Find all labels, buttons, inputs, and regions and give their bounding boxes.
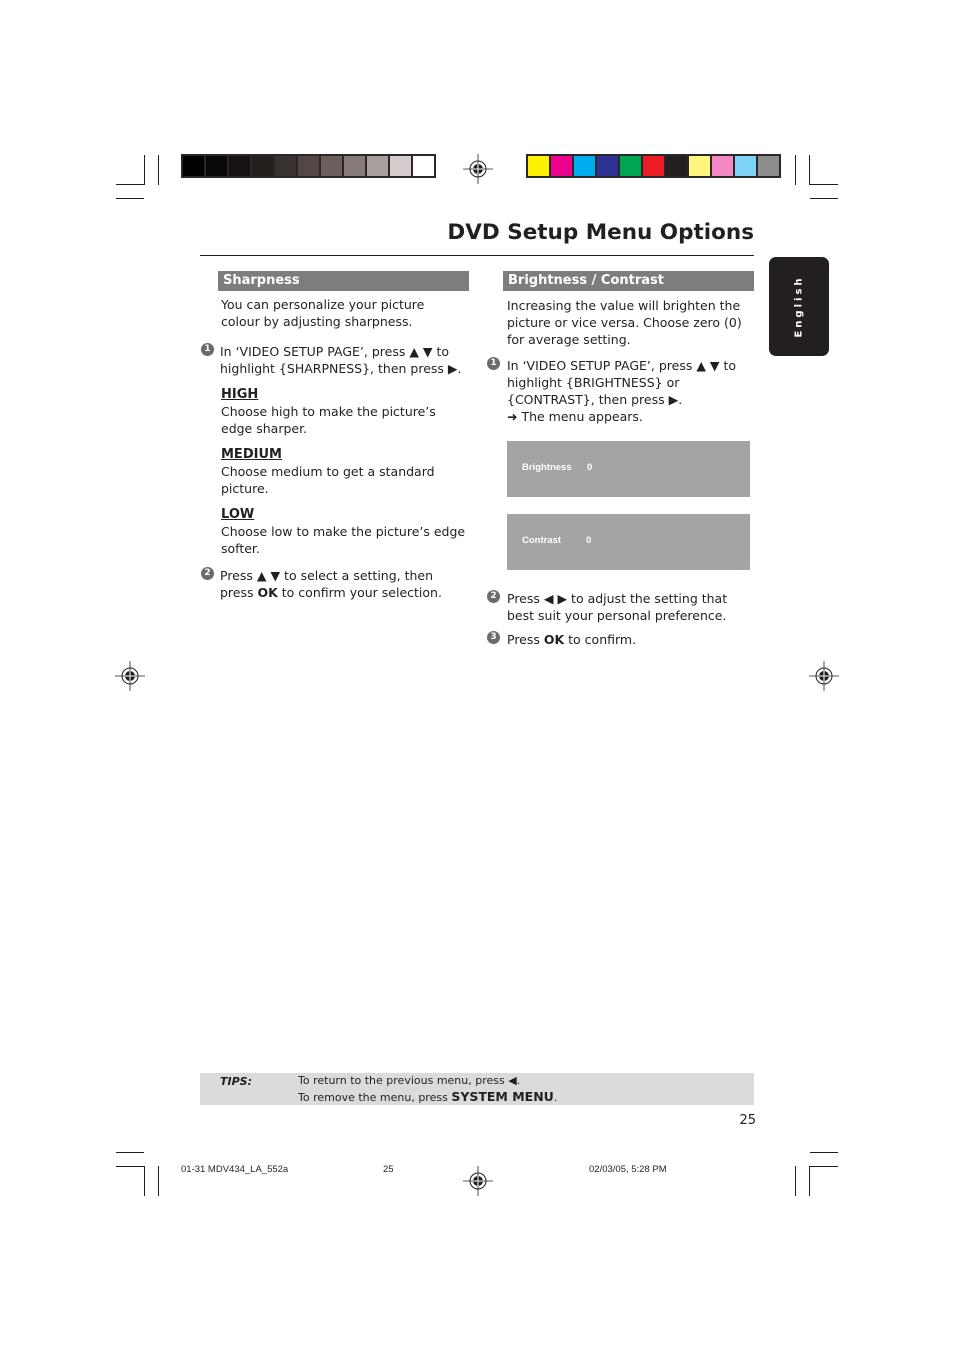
brightness-step3: Press OK to confirm. [507, 631, 753, 648]
brightness-step3-text: Press [507, 632, 544, 647]
gray-swatch [367, 156, 388, 176]
tips-line-2-end: . [553, 1091, 558, 1104]
language-tab-label: English [793, 275, 805, 338]
slug-date: 02/03/05, 5:28 PM [589, 1164, 667, 1175]
brightness-label: Brightness [522, 462, 572, 473]
sharpness-step2: Press ▲ ▼ to select a setting, then pres… [220, 567, 470, 601]
sharpness-step1-line2: highlight {SHARPNESS}, then press ▶. [220, 361, 462, 376]
slug-page: 25 [383, 1164, 394, 1175]
crop-mark [158, 1166, 159, 1196]
section-heading-brightness-contrast: Brightness / Contrast [503, 271, 754, 291]
crop-mark [810, 1166, 838, 1167]
grayscale-calibration-bar [181, 154, 436, 178]
sharpness-step2-end: to confirm your selection. [277, 585, 442, 600]
step-number-badge: 3 [487, 631, 500, 644]
ok-key-label: OK [257, 585, 278, 600]
crop-mark [810, 198, 838, 199]
crop-mark [810, 1152, 838, 1153]
gray-swatch [298, 156, 319, 176]
section-heading-sharpness: Sharpness [218, 271, 469, 291]
ok-key-label: OK [543, 632, 565, 647]
color-swatch [758, 156, 779, 176]
color-swatch [712, 156, 733, 176]
crop-mark [795, 1166, 796, 1196]
gray-swatch [413, 156, 434, 176]
color-swatch [528, 156, 549, 176]
crop-mark [144, 1166, 145, 1196]
sharpness-intro: You can personalize your picture colour … [221, 297, 425, 329]
brightness-value: 0 [587, 462, 593, 473]
tips-line-1: To return to the previous menu, press ◀. [298, 1074, 521, 1087]
brightness-step1-line3: {CONTRAST}, then press ▶. [507, 392, 683, 407]
color-swatch [551, 156, 572, 176]
gray-swatch [344, 156, 365, 176]
color-swatch [597, 156, 618, 176]
option-description: Choose low to make the picture’s edge so… [221, 524, 466, 556]
registration-mark-icon [463, 1166, 493, 1196]
color-swatch [574, 156, 595, 176]
color-swatch [666, 156, 687, 176]
option-name: MEDIUM [221, 447, 282, 462]
slug-file: 01-31 MDV434_LA_552a [181, 1164, 289, 1175]
sharpness-option-medium: MEDIUM Choose medium to get a standard p… [221, 446, 466, 497]
brightness-step3-end: to confirm. [564, 632, 637, 647]
crop-mark [809, 1166, 810, 1196]
brightness-step1-line2: highlight {BRIGHTNESS} or [507, 375, 680, 390]
step-number-badge: 1 [487, 357, 500, 370]
gray-swatch [321, 156, 342, 176]
color-swatch [689, 156, 710, 176]
step-number-badge: 1 [201, 343, 214, 356]
crop-mark [810, 184, 838, 185]
option-description: Choose high to make the picture’s edge s… [221, 404, 436, 436]
crop-mark [116, 184, 144, 185]
registration-mark-icon [115, 661, 145, 691]
sharpness-option-high: HIGH Choose high to make the picture’s e… [221, 386, 466, 437]
crop-mark [144, 155, 145, 185]
tips-line-2: To remove the menu, press SYSTEM MENU. [298, 1089, 557, 1104]
registration-mark-icon [809, 661, 839, 691]
step-number-badge: 2 [487, 590, 500, 603]
brightness-menu-box: Brightness 0 [507, 441, 750, 497]
brightness-step1-result: ➜ The menu appears. [507, 409, 643, 424]
crop-mark [158, 155, 159, 185]
title-divider [200, 255, 754, 256]
registration-mark-icon [463, 154, 493, 184]
option-description: Choose medium to get a standard picture. [221, 464, 435, 496]
color-calibration-bar [526, 154, 781, 178]
color-swatch [643, 156, 664, 176]
contrast-value: 0 [586, 535, 592, 546]
gray-swatch [206, 156, 227, 176]
sharpness-step1: In ‘VIDEO SETUP PAGE’, press ▲ ▼ to high… [220, 343, 470, 377]
system-menu-key-label: SYSTEM MENU [451, 1089, 554, 1104]
crop-mark [795, 155, 796, 185]
gray-swatch [229, 156, 250, 176]
gray-swatch [275, 156, 296, 176]
crop-mark [116, 1152, 144, 1153]
color-swatch [620, 156, 641, 176]
tips-label: TIPS: [220, 1075, 252, 1088]
option-name: HIGH [221, 387, 259, 402]
gray-swatch [252, 156, 273, 176]
brightness-step2: Press ◀ ▶ to adjust the setting that bes… [507, 591, 728, 623]
crop-mark [116, 198, 144, 199]
page-number: 25 [739, 1113, 756, 1128]
gray-swatch [183, 156, 204, 176]
color-swatch [735, 156, 756, 176]
sharpness-step1-line1: In ‘VIDEO SETUP PAGE’, press ▲ ▼ to [220, 344, 450, 359]
language-tab: English [769, 257, 829, 356]
option-name: LOW [221, 507, 255, 522]
brightness-step1-line1: In ‘VIDEO SETUP PAGE’, press ▲ ▼ to [507, 358, 737, 373]
contrast-menu-box: Contrast 0 [507, 514, 750, 570]
tips-line-2-text: To remove the menu, press [298, 1091, 452, 1104]
contrast-label: Contrast [522, 535, 562, 546]
brightness-intro: Increasing the value will brighten the p… [507, 298, 742, 347]
crop-mark [116, 1166, 144, 1167]
sharpness-option-low: LOW Choose low to make the picture’s edg… [221, 506, 466, 557]
gray-swatch [390, 156, 411, 176]
page-title: DVD Setup Menu Options [447, 220, 754, 245]
brightness-step1: In ‘VIDEO SETUP PAGE’, press ▲ ▼ to high… [507, 357, 753, 425]
tips-box: TIPS: To return to the previous menu, pr… [200, 1073, 754, 1105]
step-number-badge: 2 [201, 567, 214, 580]
crop-mark [809, 155, 810, 185]
